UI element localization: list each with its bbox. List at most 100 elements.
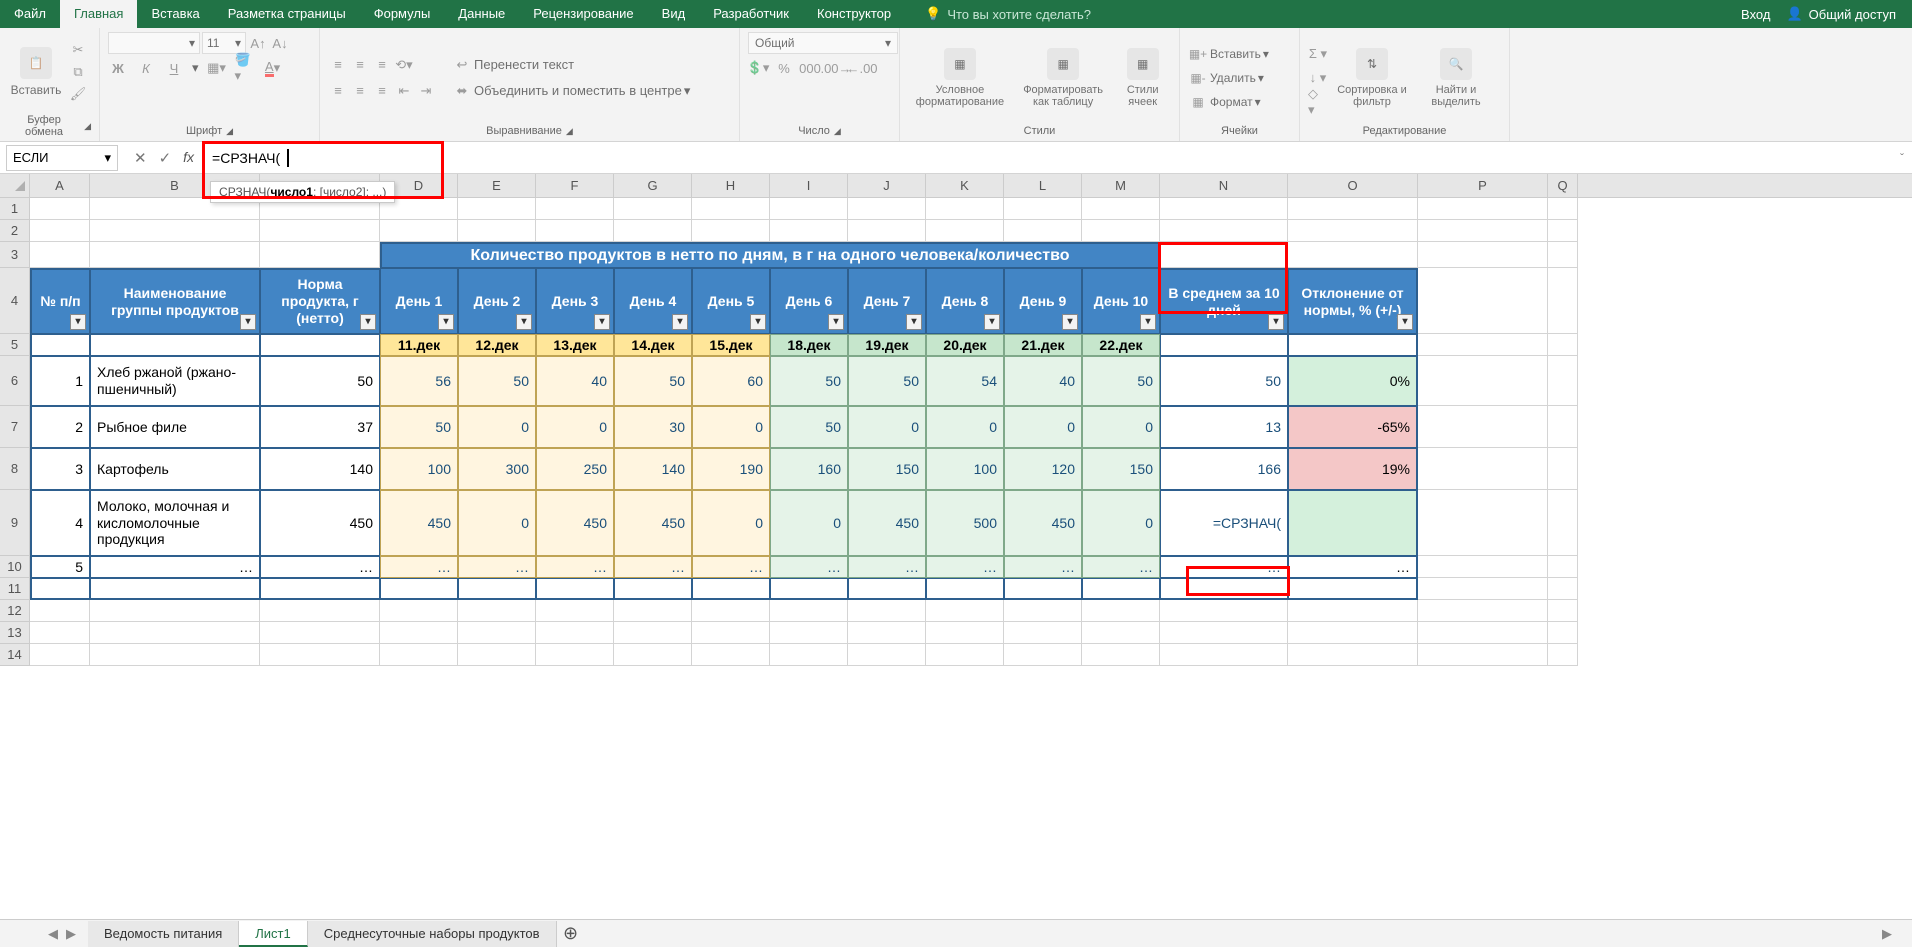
cell[interactable]: № п/п bbox=[30, 268, 90, 334]
cell[interactable]: … bbox=[1160, 556, 1288, 578]
cell[interactable]: Рыбное филе bbox=[90, 406, 260, 448]
formula-bar-expand-icon[interactable]: ˇ bbox=[1900, 151, 1912, 165]
cell[interactable] bbox=[1082, 622, 1160, 644]
cell[interactable]: 450 bbox=[848, 490, 926, 556]
sheet-nav-prev-icon[interactable]: ◀ bbox=[48, 926, 58, 942]
row-header-2[interactable]: 2 bbox=[0, 220, 30, 242]
cell[interactable]: День 8 bbox=[926, 268, 1004, 334]
cell[interactable] bbox=[90, 220, 260, 242]
row-header-13[interactable]: 13 bbox=[0, 622, 30, 644]
filter-icon[interactable] bbox=[906, 314, 922, 330]
cell[interactable] bbox=[1288, 198, 1418, 220]
cell[interactable] bbox=[1160, 220, 1288, 242]
cell[interactable]: День 7 bbox=[848, 268, 926, 334]
sheet-tab-0[interactable]: Ведомость питания bbox=[88, 921, 239, 947]
cell[interactable] bbox=[1160, 644, 1288, 666]
sheet-tab-1[interactable]: Лист1 bbox=[239, 921, 307, 947]
cell[interactable] bbox=[692, 220, 770, 242]
cell[interactable] bbox=[926, 644, 1004, 666]
cell[interactable]: 190 bbox=[692, 448, 770, 490]
cell[interactable]: 150 bbox=[1082, 448, 1160, 490]
cell[interactable] bbox=[1082, 644, 1160, 666]
comma-icon[interactable]: 000 bbox=[800, 58, 820, 78]
cell[interactable]: 0 bbox=[458, 490, 536, 556]
cell[interactable]: … bbox=[1004, 556, 1082, 578]
cell[interactable] bbox=[30, 220, 90, 242]
cell[interactable]: Норма продукта, г (нетто) bbox=[260, 268, 380, 334]
cell[interactable]: 140 bbox=[614, 448, 692, 490]
cell[interactable] bbox=[90, 334, 260, 356]
cell[interactable]: 0 bbox=[770, 490, 848, 556]
col-header-P[interactable]: P bbox=[1418, 174, 1548, 197]
cell[interactable] bbox=[1004, 622, 1082, 644]
cell[interactable] bbox=[926, 198, 1004, 220]
cell[interactable]: 60 bbox=[692, 356, 770, 406]
cell[interactable]: Молоко, молочная и кисломолочные продукц… bbox=[90, 490, 260, 556]
cell[interactable] bbox=[1548, 578, 1578, 600]
format-painter-icon[interactable]: 🖌 bbox=[68, 84, 88, 104]
font-color-icon[interactable]: A▾ bbox=[263, 58, 283, 78]
cell[interactable]: … bbox=[536, 556, 614, 578]
cell[interactable] bbox=[1082, 220, 1160, 242]
cell[interactable] bbox=[1004, 644, 1082, 666]
cell[interactable]: 140 bbox=[260, 448, 380, 490]
cell[interactable]: 0 bbox=[1004, 406, 1082, 448]
cell[interactable] bbox=[380, 622, 458, 644]
cell[interactable] bbox=[1160, 622, 1288, 644]
cut-icon[interactable]: ✂ bbox=[68, 40, 88, 60]
cell[interactable] bbox=[1418, 242, 1548, 268]
tab-file[interactable]: Файл bbox=[0, 0, 60, 28]
cell[interactable] bbox=[260, 578, 380, 600]
cell[interactable] bbox=[1288, 334, 1418, 356]
cell[interactable] bbox=[1418, 334, 1548, 356]
cell[interactable]: 0% bbox=[1288, 356, 1418, 406]
cell[interactable] bbox=[380, 578, 458, 600]
cell[interactable] bbox=[1418, 406, 1548, 448]
accounting-icon[interactable]: 💲▾ bbox=[748, 58, 768, 78]
cell[interactable] bbox=[1548, 622, 1578, 644]
cell[interactable] bbox=[260, 242, 380, 268]
cell[interactable]: Отклонение от нормы, % (+/-) bbox=[1288, 268, 1418, 334]
conditional-formatting-button[interactable]: ▦ Условное форматирование bbox=[908, 38, 1012, 118]
orientation-icon[interactable]: ⟲▾ bbox=[394, 55, 414, 75]
cell[interactable]: 50 bbox=[260, 356, 380, 406]
clear-icon[interactable]: ◇ ▾ bbox=[1308, 92, 1328, 112]
row-header-4[interactable]: 4 bbox=[0, 268, 30, 334]
cell[interactable] bbox=[1418, 490, 1548, 556]
cell[interactable]: 20.дек bbox=[926, 334, 1004, 356]
cell[interactable] bbox=[1548, 268, 1578, 334]
cell[interactable]: В среднем за 10 дней bbox=[1160, 268, 1288, 334]
cell[interactable]: 0 bbox=[848, 406, 926, 448]
cell[interactable]: … bbox=[380, 556, 458, 578]
cell[interactable] bbox=[1548, 356, 1578, 406]
cell[interactable] bbox=[614, 644, 692, 666]
cell[interactable]: 5 bbox=[30, 556, 90, 578]
cell[interactable]: 30 bbox=[614, 406, 692, 448]
align-left-icon[interactable]: ≡ bbox=[328, 81, 348, 101]
cell[interactable]: 54 bbox=[926, 356, 1004, 406]
align-top-icon[interactable]: ≡ bbox=[328, 55, 348, 75]
col-header-E[interactable]: E bbox=[458, 174, 536, 197]
cell[interactable]: 13 bbox=[1160, 406, 1288, 448]
cell[interactable] bbox=[614, 578, 692, 600]
align-middle-icon[interactable]: ≡ bbox=[350, 55, 370, 75]
cell[interactable]: Картофель bbox=[90, 448, 260, 490]
cell[interactable]: 37 bbox=[260, 406, 380, 448]
cell[interactable]: … bbox=[260, 556, 380, 578]
cell[interactable] bbox=[1548, 600, 1578, 622]
cell[interactable]: 50 bbox=[848, 356, 926, 406]
col-header-F[interactable]: F bbox=[536, 174, 614, 197]
filter-icon[interactable] bbox=[516, 314, 532, 330]
decrease-indent-icon[interactable]: ⇤ bbox=[394, 81, 414, 101]
share-button[interactable]: 👤 Общий доступ bbox=[1786, 6, 1896, 22]
cell[interactable]: 450 bbox=[536, 490, 614, 556]
cell[interactable] bbox=[1418, 356, 1548, 406]
tell-me-search[interactable]: 💡 Что вы хотите сделать? bbox=[925, 6, 1091, 22]
filter-icon[interactable] bbox=[240, 314, 256, 330]
cell[interactable]: 22.дек bbox=[1082, 334, 1160, 356]
filter-icon[interactable] bbox=[672, 314, 688, 330]
cell[interactable] bbox=[926, 600, 1004, 622]
cell[interactable] bbox=[458, 578, 536, 600]
add-sheet-button[interactable]: ⊕ bbox=[557, 923, 585, 944]
sheet-nav-next-icon[interactable]: ▶ bbox=[66, 926, 76, 942]
